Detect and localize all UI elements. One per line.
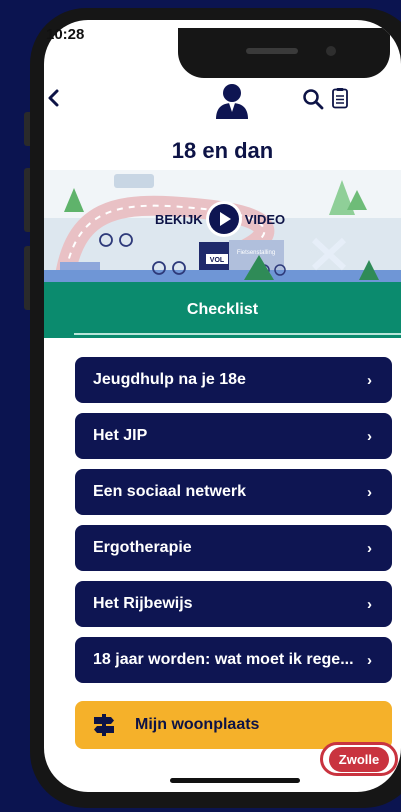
checklist-item-jip[interactable]: Het JIP ›	[75, 413, 392, 459]
checklist-item-jeugdhulp[interactable]: Jeugdhulp na je 18e ›	[75, 357, 392, 403]
chevron-right-icon: ›	[367, 595, 372, 613]
checklist-header: Checklist	[44, 282, 401, 338]
my-hometown-label: Mijn woonplaats	[135, 716, 260, 733]
back-chevron-icon[interactable]	[42, 86, 66, 110]
checklist-item-label: 18 jaar worden: wat moet ik rege...	[93, 651, 354, 668]
checklist-item-sociaal-netwerk[interactable]: Een sociaal netwerk ›	[75, 469, 392, 515]
checklist-item-label: Jeugdhulp na je 18e	[93, 371, 246, 388]
city-badge[interactable]: Zwolle	[320, 742, 398, 776]
search-icon[interactable]	[302, 88, 324, 110]
play-icon	[208, 204, 239, 234]
checklist-underline	[74, 333, 401, 335]
checklist-item-label: Het Rijbewijs	[93, 595, 193, 612]
video-label-right: VIDEO	[244, 211, 286, 227]
chevron-right-icon: ›	[367, 539, 372, 557]
checklist-item-18-jaar-worden[interactable]: 18 jaar worden: wat moet ik rege... ›	[75, 637, 392, 683]
speaker-grill	[246, 48, 298, 54]
chevron-right-icon: ›	[367, 651, 372, 669]
front-camera	[326, 46, 336, 56]
vol-sign-text: VOL	[210, 257, 225, 264]
signpost-icon	[94, 714, 114, 736]
checklist-title: Checklist	[186, 301, 259, 318]
checklist-item-label: Ergotherapie	[93, 539, 192, 556]
phone-notch	[178, 28, 390, 78]
checklist-item-rijbewijs[interactable]: Het Rijbewijs ›	[75, 581, 392, 627]
person-icon	[216, 84, 248, 119]
status-time: 10:28	[46, 26, 85, 43]
checklist-item-label: Een sociaal netwerk	[93, 483, 246, 500]
video-label-left: BEKIJK	[155, 211, 203, 227]
checklist-item-label: Het JIP	[93, 427, 148, 444]
notes-icon[interactable]	[331, 87, 349, 109]
bike-station-text: Fietsenstalling	[237, 250, 275, 256]
home-indicator[interactable]	[170, 778, 300, 783]
city-name: Zwolle	[328, 746, 390, 772]
chevron-right-icon: ›	[367, 483, 372, 501]
chevron-right-icon: ›	[367, 371, 372, 389]
checklist-item-ergotherapie[interactable]: Ergotherapie ›	[75, 525, 392, 571]
watch-video-button[interactable]: BEKIJK VIDEO	[155, 204, 285, 234]
chevron-right-icon: ›	[367, 427, 372, 445]
page-title: 18 en dan	[171, 138, 274, 163]
